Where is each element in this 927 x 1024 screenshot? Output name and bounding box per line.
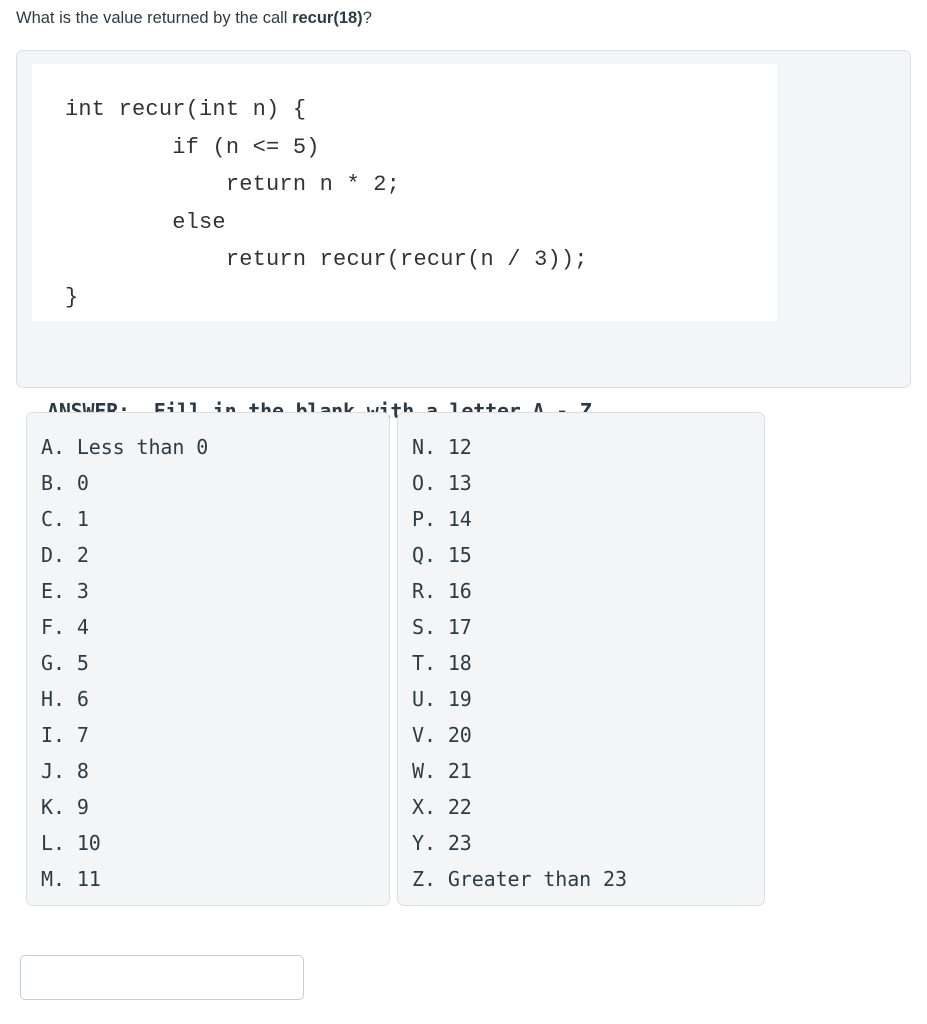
option-d: D. 2 <box>41 543 89 567</box>
option-o: O. 13 <box>412 471 472 495</box>
code-sample: int recur(int n) { if (n <= 5) return n … <box>65 97 588 310</box>
option-v: V. 20 <box>412 723 472 747</box>
question-text-prefix: What is the value returned by the call <box>16 9 293 27</box>
options-column-right: N. 12 O. 13 P. 14 Q. 15 R. 16 S. 17 T. 1… <box>397 412 765 906</box>
option-h: H. 6 <box>41 687 89 711</box>
option-s: S. 17 <box>412 615 472 639</box>
option-k: K. 9 <box>41 795 89 819</box>
question-prompt: What is the value returned by the call r… <box>16 6 906 30</box>
option-t: T. 18 <box>412 651 472 675</box>
option-e: E. 3 <box>41 579 89 603</box>
question-text-suffix: ? <box>362 9 372 27</box>
option-p: P. 14 <box>412 507 472 531</box>
answer-input[interactable] <box>20 955 304 1000</box>
option-c: C. 1 <box>41 507 89 531</box>
question-call-expression: recur(18) <box>292 9 363 27</box>
option-m: M. 11 <box>41 867 101 891</box>
option-j: J. 8 <box>41 759 89 783</box>
option-u: U. 19 <box>412 687 472 711</box>
option-i: I. 7 <box>41 723 89 747</box>
option-a: A. Less than 0 <box>41 435 209 459</box>
option-q: Q. 15 <box>412 543 472 567</box>
option-f: F. 4 <box>41 615 89 639</box>
option-x: X. 22 <box>412 795 472 819</box>
option-g: G. 5 <box>41 651 89 675</box>
option-w: W. 21 <box>412 759 472 783</box>
option-n: N. 12 <box>412 435 472 459</box>
question-card: int recur(int n) { if (n <= 5) return n … <box>16 50 911 423</box>
option-b: B. 0 <box>41 471 89 495</box>
option-y: Y. 23 <box>412 831 472 855</box>
option-z: Z. Greater than 23 <box>412 867 627 891</box>
option-l: L. 10 <box>41 831 101 855</box>
code-sample-area: int recur(int n) { if (n <= 5) return n … <box>32 64 777 321</box>
option-r: R. 16 <box>412 579 472 603</box>
options-column-left: A. Less than 0 B. 0 C. 1 D. 2 E. 3 F. 4 … <box>26 412 390 906</box>
